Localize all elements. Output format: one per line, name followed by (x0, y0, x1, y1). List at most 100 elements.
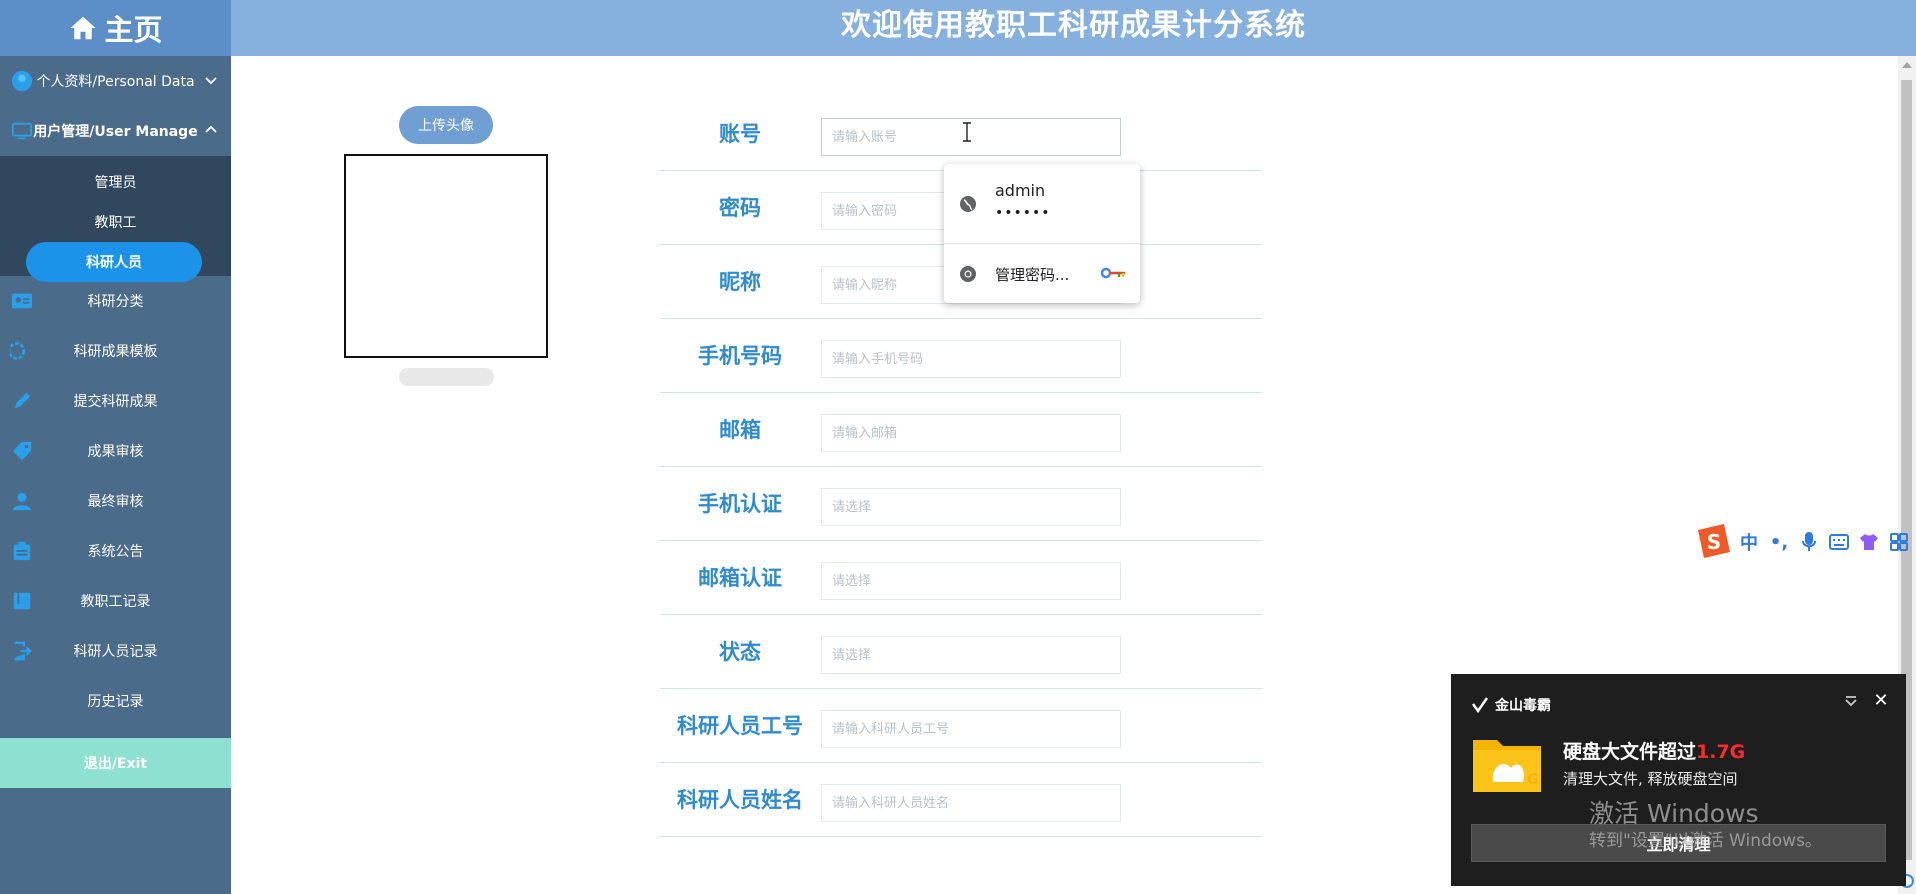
chevron-up-icon (205, 125, 217, 133)
password-autofill-popup: admin •••••• 管理密码... (944, 164, 1140, 303)
pencil-icon (14, 392, 31, 409)
email-input[interactable] (821, 414, 1121, 452)
monitor-icon (11, 122, 33, 140)
ime-punctuation-toggle[interactable]: •, (1764, 527, 1794, 557)
form-row-email-verify: 邮箱认证 (660, 541, 1262, 615)
sidebar-item-system-notice[interactable]: 系统公告 (0, 526, 231, 576)
sidebar-item-label: 科研分类 (87, 294, 144, 310)
field-label: 科研人员工号 (677, 714, 803, 738)
clipboard-icon (13, 541, 31, 561)
exit-door-icon (14, 641, 32, 661)
user-group-icon (12, 492, 32, 511)
tag-icon (12, 441, 32, 461)
autofill-suggestion[interactable]: admin •••••• (944, 164, 1140, 244)
sidebar-item-label: 个人资料/Personal Data (36, 74, 195, 90)
headline-text: 硬盘大文件超过 (1563, 741, 1697, 763)
field-label: 手机号码 (698, 344, 782, 368)
field-label: 邮箱 (719, 418, 761, 442)
duba-logo-icon (1471, 697, 1489, 714)
field-label: 账号 (719, 122, 761, 146)
sidebar-item-label: 最终审核 (87, 494, 144, 510)
avatar-file-bar (399, 368, 494, 386)
home-label: 主页 (104, 13, 163, 47)
notification-subtitle: 清理大文件, 释放硬盘空间 (1563, 770, 1738, 788)
gear-icon (10, 342, 26, 360)
sidebar-item-label: 科研成果模板 (73, 344, 158, 360)
form-row-status: 状态 (660, 615, 1262, 689)
field-label: 科研人员姓名 (677, 788, 803, 812)
scroll-up-arrow-icon[interactable] (1902, 62, 1912, 68)
manage-passwords-item[interactable]: 管理密码... (944, 244, 1140, 303)
chrome-icon (960, 266, 976, 282)
form-row-researcher-id: 科研人员工号 (660, 689, 1262, 763)
upload-avatar-button[interactable]: 上传头像 (399, 106, 493, 144)
form-row-phone: 手机号码 (660, 319, 1262, 393)
sidebar-item-final-review[interactable]: 最终审核 (0, 476, 231, 526)
top-bar: 主页 欢迎使用教职工科研成果计分系统 (0, 0, 1916, 56)
form-row-researcher-name: 科研人员姓名 (660, 763, 1262, 837)
antivirus-notification: 金山毒霸 ✕ G 硬盘大文件超过1.7G 清理大文件, 释放硬盘空间 立即清理 (1451, 674, 1906, 886)
user-manage-submenu: 管理员 教职工 科研人员 (0, 156, 231, 282)
svg-text:G: G (1527, 772, 1539, 788)
activation-watermark-hint: 转到"设置"以激活 Windows。 (1589, 831, 1822, 851)
submenu-item-staff[interactable]: 教职工 (0, 202, 231, 242)
form-row-email: 邮箱 (660, 393, 1262, 467)
text-cursor-icon (963, 122, 971, 142)
sidebar-item-label: 科研人员记录 (73, 644, 158, 660)
notification-app-name: 金山毒霸 (1495, 698, 1551, 714)
sogou-logo-icon[interactable]: S (1694, 522, 1734, 562)
ime-toolbox-button[interactable] (1884, 527, 1914, 557)
user-circle-icon (11, 70, 33, 92)
ime-voice-button[interactable] (1794, 527, 1824, 557)
sidebar-item-submit-result[interactable]: 提交科研成果 (0, 376, 231, 426)
autofill-password-mask: •••••• (995, 205, 1051, 221)
autofill-username: admin (995, 181, 1046, 200)
home-button[interactable]: 主页 (0, 0, 231, 56)
sidebar-item-researcher-records[interactable]: 科研人员记录 (0, 626, 231, 676)
key-icon (1101, 267, 1125, 279)
minimize-icon[interactable] (1844, 694, 1858, 708)
id-card-icon (11, 293, 33, 309)
phone-input[interactable] (821, 340, 1121, 378)
phone-verify-select[interactable] (821, 488, 1121, 526)
field-label: 密码 (719, 196, 761, 220)
ime-keyboard-button[interactable] (1824, 527, 1854, 557)
avatar-preview (344, 154, 548, 358)
submenu-item-admin[interactable]: 管理员 (0, 162, 231, 202)
exit-button[interactable]: 退出/Exit (0, 738, 231, 788)
manage-passwords-label: 管理密码... (995, 266, 1070, 284)
sidebar-item-history[interactable]: 历史记录 (0, 676, 231, 726)
grid-icon (1890, 533, 1908, 551)
microphone-icon (1802, 532, 1816, 551)
sidebar: 个人资料/Personal Data 用户管理/User Manage 管理员 … (0, 56, 231, 894)
researcher-name-input[interactable] (821, 784, 1121, 822)
sidebar-item-result-review[interactable]: 成果审核 (0, 426, 231, 476)
sidebar-item-label: 用户管理/User Manage (33, 124, 198, 140)
form-row-phone-verify: 手机认证 (660, 467, 1262, 541)
researcher-id-input[interactable] (821, 710, 1121, 748)
ime-toolbar: S 中 •, (1694, 522, 1916, 562)
page-title: 欢迎使用教职工科研成果计分系统 (841, 8, 1306, 43)
globe-icon (960, 196, 976, 212)
svg-text:S: S (1707, 530, 1721, 554)
keyboard-icon (1829, 534, 1849, 550)
sidebar-item-label: 提交科研成果 (73, 394, 158, 410)
ime-skin-button[interactable] (1854, 527, 1884, 557)
form-row-account: 账号 (660, 97, 1262, 171)
field-label: 状态 (719, 640, 761, 664)
status-select[interactable] (821, 636, 1121, 674)
field-label: 邮箱认证 (698, 566, 782, 590)
close-icon[interactable]: ✕ (1872, 692, 1890, 710)
sidebar-item-label: 历史记录 (87, 694, 144, 710)
email-verify-select[interactable] (821, 562, 1121, 600)
shirt-icon (1860, 534, 1878, 550)
book-icon (13, 592, 31, 610)
headline-size: 1.7G (1696, 741, 1746, 763)
sidebar-item-result-template[interactable]: 科研成果模板 (0, 326, 231, 376)
sidebar-item-staff-records[interactable]: 教职工记录 (0, 576, 231, 626)
ime-mode-toggle[interactable]: 中 (1734, 527, 1764, 557)
sidebar-item-user-manage[interactable]: 用户管理/User Manage (0, 106, 231, 156)
sidebar-item-personal-data[interactable]: 个人资料/Personal Data (0, 56, 231, 106)
sidebar-item-research-category[interactable]: 科研分类 (0, 276, 231, 326)
sidebar-item-label: 教职工记录 (80, 594, 151, 610)
